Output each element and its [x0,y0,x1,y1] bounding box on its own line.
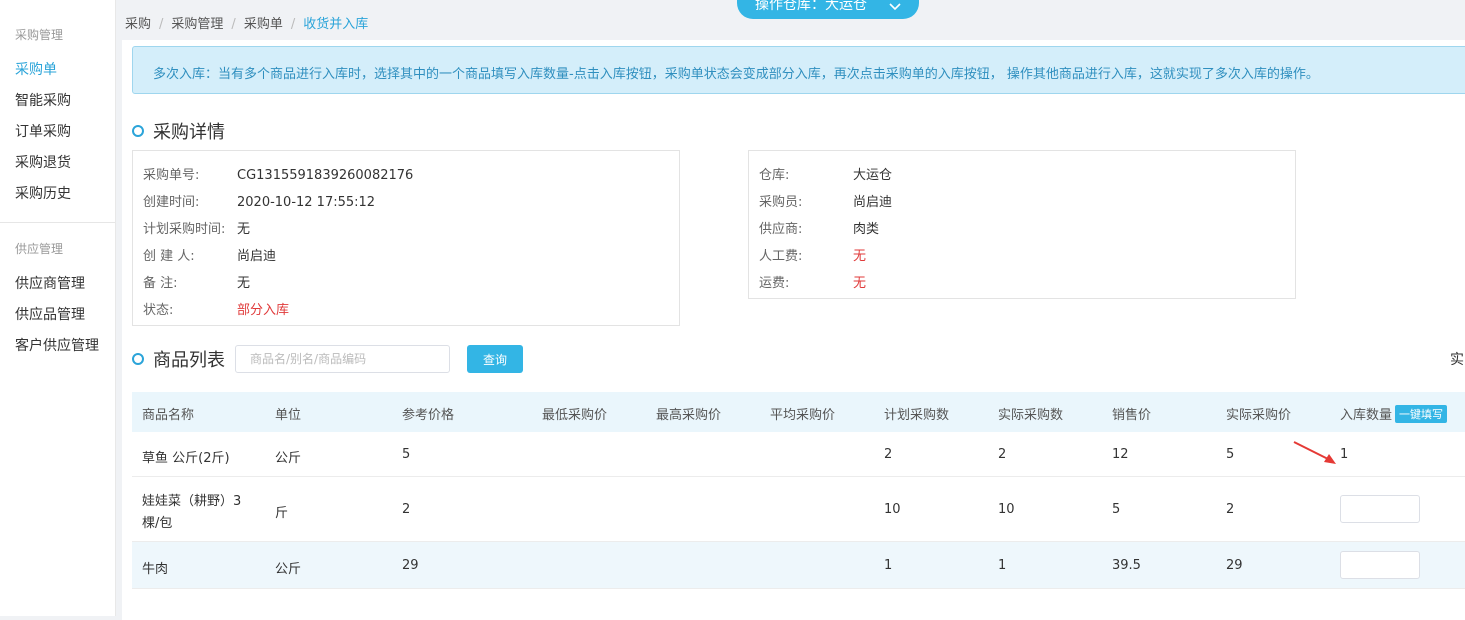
truncated-text: 实 [1450,352,1464,368]
cell-sale-price: 39.5 [1112,558,1141,573]
column-header: 最低采购价 [542,408,608,423]
section-title-text: 采购详情 [153,122,225,143]
column-header-qty: 入库数量 一键填写 [1340,404,1448,423]
column-header: 最高采购价 [656,408,722,423]
cell-actual-price: 5 [1226,447,1235,462]
cell-unit: 公斤 [275,451,302,466]
info-row-remark: 备 注: 无 [143,276,251,291]
column-header: 平均采购价 [770,408,836,423]
table-row: 牛肉 公斤 29 1 1 39.5 29 [132,542,1465,589]
cell-plan-qty: 2 [884,447,893,462]
search-input[interactable] [235,345,450,373]
table-header: 商品名称 单位 参考价格 最低采购价 最高采购价 平均采购价 计划采购数 实际采… [132,392,1465,432]
breadcrumb-item[interactable]: 采购管理 [171,17,223,32]
info-row-created-time: 创建时间: 2020-10-12 17:55:12 [143,195,376,210]
warehouse-selector[interactable]: 操作仓库：大运仓 [737,0,919,19]
cell-unit: 斤 [275,506,289,521]
cell-plan-qty: 1 [884,558,893,573]
info-row-order-no: 采购单号: CG1315591839260082176 [143,168,414,183]
circle-dot-icon [132,353,144,365]
cell-actual-qty: 10 [998,502,1015,517]
cell-sale-price: 12 [1112,447,1129,462]
sidebar-item-supply-goods-management[interactable]: 供应品管理 [15,304,85,324]
sidebar-item-smart-purchase[interactable]: 智能采购 [15,90,71,110]
column-header: 计划采购数 [884,408,950,423]
cell-actual-price: 2 [1226,502,1235,517]
table-row: 草鱼 公斤(2斤) 公斤 5 2 2 12 5 1 [132,432,1465,477]
sidebar-group-title: 采购管理 [15,28,64,42]
cell-plan-qty: 10 [884,502,901,517]
status-badge: 部分入库 [237,303,290,318]
sidebar-divider [0,222,115,223]
info-row-buyer: 采购员: 尚启迪 [759,195,893,210]
fill-all-button[interactable]: 一键填写 [1395,405,1448,423]
section-title-goods: 商品列表 [132,346,225,372]
info-row-freight: 运费: 无 [759,276,867,291]
column-header: 商品名称 [142,408,195,423]
info-row-warehouse: 仓库: 大运仓 [759,168,893,183]
stock-in-qty-input[interactable] [1340,551,1420,579]
sidebar-item-supplier-management[interactable]: 供应商管理 [15,273,85,293]
info-row-planned-time: 计划采购时间: 无 [143,222,251,237]
main-content: 多次入库：当有多个商品进行入库时，选择其中的一个商品填写入库数量-点击入库按钮，… [122,40,1465,620]
breadcrumb-current: 收货并入库 [303,17,369,32]
info-row-creator: 创 建 人: 尚启迪 [143,249,277,264]
breadcrumb-item[interactable]: 采购 [125,17,151,32]
table-row: 娃娃菜（耕野）3 棵/包 斤 2 10 10 5 2 [132,477,1465,542]
info-row-status: 状态: 部分入库 [143,303,290,318]
notice-banner: 多次入库：当有多个商品进行入库时，选择其中的一个商品填写入库数量-点击入库按钮，… [132,46,1465,94]
breadcrumb: 采购 / 采购管理 / 采购单 / 收货并入库 [125,17,369,32]
annotation-arrow-icon [1293,441,1336,464]
stock-in-qty-input[interactable] [1340,495,1420,523]
column-header: 实际采购价 [1226,408,1292,423]
cell-ref-price: 5 [402,447,411,462]
sidebar-item-purchase-order[interactable]: 采购单 [15,59,57,79]
column-header: 单位 [275,408,302,423]
circle-dot-icon [132,125,144,137]
detail-info-left: 采购单号: CG1315591839260082176 创建时间: 2020-10-… [132,150,680,326]
sidebar-item-purchase-return[interactable]: 采购退货 [15,152,71,172]
detail-info-right: 仓库: 大运仓 采购员: 尚启迪 供应商: 肉类 人工费: 无 运费: 无 [748,150,1296,299]
cell-actual-qty: 2 [998,447,1007,462]
sidebar-item-order-purchase[interactable]: 订单采购 [15,121,71,141]
cell-name: 草鱼 公斤(2斤) [142,451,230,466]
sidebar-group-title: 供应管理 [15,242,64,256]
warehouse-label: 操作仓库：大运仓 [755,0,867,13]
column-header: 实际采购数 [998,408,1064,423]
cell-unit: 公斤 [275,562,302,577]
sidebar-item-customer-supply-management[interactable]: 客户供应管理 [15,335,99,355]
cell-actual-qty: 1 [998,558,1007,573]
cell-ref-price: 29 [402,558,419,573]
cell-ref-price: 2 [402,502,411,517]
info-row-labor-fee: 人工费: 无 [759,249,867,264]
cell-name-line2: 棵/包 [142,516,173,531]
sidebar: 采购管理 采购单 智能采购 订单采购 采购退货 采购历史 供应管理 供应商管理 … [0,0,116,616]
cell-sale-price: 5 [1112,502,1121,517]
info-row-supplier: 供应商: 肉类 [759,222,880,237]
cell-actual-price: 29 [1226,558,1243,573]
column-header: 参考价格 [402,408,455,423]
search-button[interactable]: 查询 [467,345,523,373]
cell-name: 娃娃菜（耕野）3 [142,494,242,509]
sidebar-item-purchase-history[interactable]: 采购历史 [15,183,71,203]
section-title-text: 商品列表 [153,350,225,371]
chevron-down-icon [889,1,901,14]
breadcrumb-item[interactable]: 采购单 [244,17,283,32]
cell-name: 牛肉 [142,562,169,577]
section-title-detail: 采购详情 [132,118,225,144]
column-header: 销售价 [1112,408,1152,423]
